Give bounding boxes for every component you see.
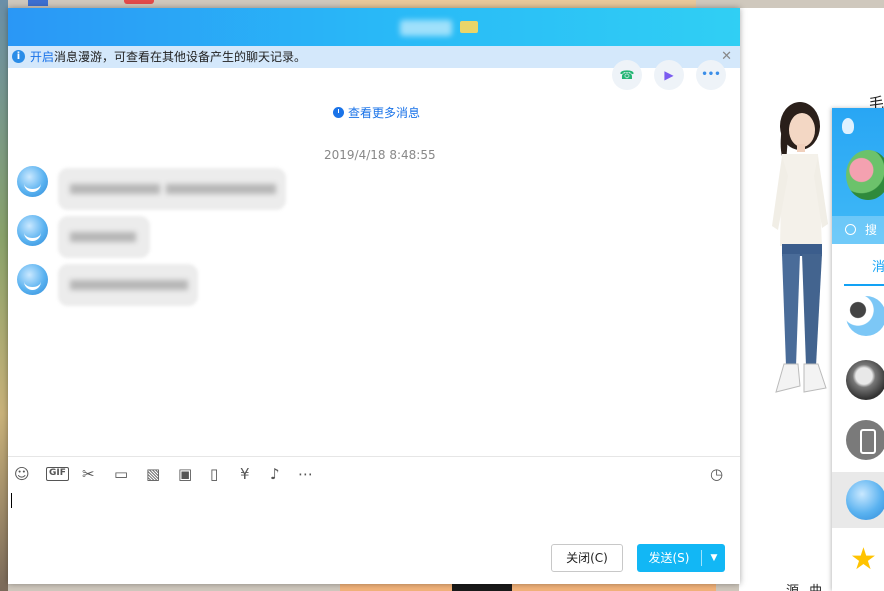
send-button-separator bbox=[701, 550, 702, 566]
search-icon bbox=[845, 224, 856, 235]
maximize-button[interactable]: ☐ bbox=[819, 17, 839, 37]
desktop-background-top bbox=[340, 0, 696, 8]
tab-active-indicator bbox=[844, 284, 884, 286]
conversation-item[interactable]: ★ bbox=[832, 536, 884, 591]
input-divider bbox=[8, 456, 740, 457]
contact-name-blurred bbox=[400, 20, 452, 36]
star-icon: ★ bbox=[850, 542, 877, 577]
qq-panel-header: 搜索 bbox=[832, 108, 884, 265]
send-button[interactable]: 发送(S) ▼ bbox=[637, 544, 725, 572]
message-bubble[interactable] bbox=[58, 216, 150, 258]
chat-window: ⌵ — ☐ ✕ i 开启消息漫游，可查看在其他设备产生的聊天记录。 ✕ ☎ ▶ … bbox=[8, 8, 866, 584]
dropdown-button[interactable]: ⌵ bbox=[757, 17, 777, 37]
message-timestamp: 2019/4/18 8:48:55 bbox=[324, 148, 436, 162]
conversation-item[interactable] bbox=[832, 412, 884, 468]
conversation-item-selected[interactable] bbox=[832, 472, 884, 528]
conversation-item[interactable] bbox=[832, 352, 884, 408]
desktop-background-left bbox=[0, 0, 8, 591]
image-icon[interactable]: ▣ bbox=[178, 464, 192, 484]
red-packet-icon[interactable]: ¥ bbox=[240, 464, 250, 484]
clock-icon bbox=[333, 107, 344, 118]
info-icon: i bbox=[12, 50, 25, 63]
tab-messages[interactable]: 消 bbox=[872, 256, 884, 275]
video-call-button[interactable]: ▶ bbox=[654, 60, 684, 90]
user-avatar[interactable] bbox=[846, 150, 884, 200]
message-bubble[interactable] bbox=[58, 168, 286, 210]
vip-badge-icon bbox=[460, 21, 478, 33]
music-icon[interactable]: ♪ bbox=[270, 464, 280, 484]
qq-penguin-icon bbox=[842, 118, 854, 134]
text-caret bbox=[11, 493, 12, 508]
sender-avatar[interactable] bbox=[17, 215, 48, 246]
message-history-icon[interactable]: ◷ bbox=[710, 464, 723, 484]
desktop-blue-box bbox=[28, 0, 48, 6]
view-more-messages-label: 查看更多消息 bbox=[348, 106, 421, 120]
message-bubble[interactable] bbox=[58, 264, 198, 306]
desktop-background-bottom bbox=[340, 583, 716, 591]
desktop-red-tab bbox=[124, 0, 154, 4]
desktop-background-dark bbox=[452, 583, 512, 591]
more-actions-button[interactable]: ••• bbox=[696, 60, 726, 90]
qq-search-bar[interactable]: 搜索 bbox=[832, 216, 884, 265]
folder-icon[interactable]: ▭ bbox=[114, 464, 128, 484]
phone-call-button[interactable]: ☎ bbox=[612, 60, 642, 90]
input-toolbar: ☺ GIF ✂ ▭ ▧ ▣ ▯ ¥ ♪ ⋯ ◷ bbox=[8, 464, 740, 488]
send-button-label: 发送(S) bbox=[648, 551, 690, 565]
close-chat-button[interactable]: 关闭(C) bbox=[551, 544, 623, 572]
title-bar[interactable]: ⌵ — ☐ ✕ bbox=[8, 8, 866, 46]
avatar-show-illustration bbox=[772, 102, 828, 393]
send-options-dropdown-icon[interactable]: ▼ bbox=[703, 544, 725, 572]
phone-device-icon bbox=[846, 420, 884, 460]
close-window-button[interactable]: ✕ bbox=[850, 17, 870, 37]
view-more-messages-link[interactable]: 查看更多消息 bbox=[333, 104, 420, 121]
sender-avatar[interactable] bbox=[17, 264, 48, 295]
enable-roaming-link[interactable]: 开启 bbox=[30, 50, 54, 64]
sender-avatar[interactable] bbox=[17, 166, 48, 197]
sticker-icon[interactable]: ▧ bbox=[146, 464, 160, 484]
conversation-avatar bbox=[846, 480, 884, 520]
qq-main-panel: 搜索 消 ★ bbox=[832, 108, 884, 591]
gif-icon[interactable]: GIF bbox=[46, 467, 69, 481]
more-tools-icon[interactable]: ⋯ bbox=[298, 464, 313, 484]
notice-text: 消息漫游，可查看在其他设备产生的聊天记录。 bbox=[54, 50, 307, 64]
emoji-icon[interactable]: ☺ bbox=[14, 464, 30, 484]
screenshot-scissors-icon[interactable]: ✂ bbox=[82, 464, 95, 484]
conversation-avatar bbox=[846, 296, 884, 336]
message-input[interactable] bbox=[8, 488, 740, 540]
minimize-button[interactable]: — bbox=[788, 17, 808, 37]
conversation-item[interactable] bbox=[832, 288, 884, 344]
conversation-avatar bbox=[846, 360, 884, 400]
shake-window-icon[interactable]: ▯ bbox=[210, 464, 218, 484]
